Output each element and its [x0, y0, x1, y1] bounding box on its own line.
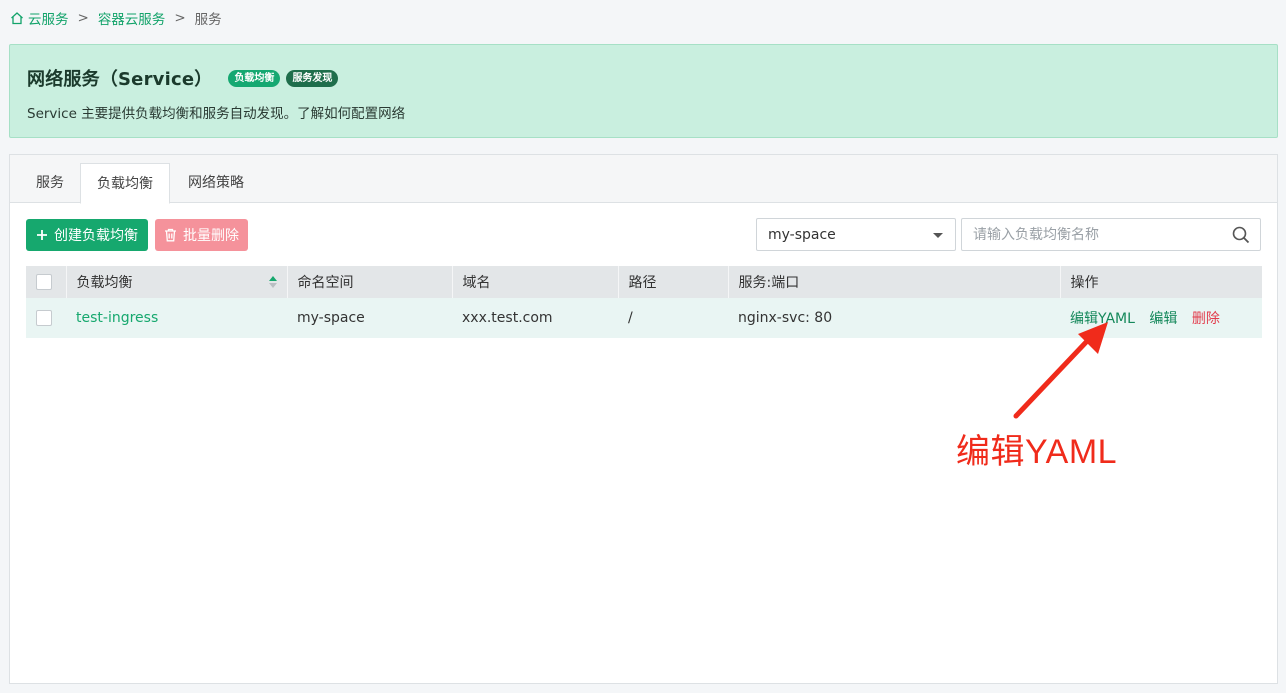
tab-network-policy[interactable]: 网络策略: [176, 163, 256, 204]
cell-domain: xxx.test.com: [452, 298, 618, 338]
tab-bar: 服务 负载均衡 网络策略: [10, 155, 1277, 204]
plus-icon: [36, 229, 48, 241]
chevron-down-icon: [933, 233, 943, 238]
banner-description: Service 主要提供负载均衡和服务自动发现。了解如何配置网络: [27, 106, 406, 122]
breadcrumb-separator: >: [77, 10, 89, 26]
trash-icon: [164, 228, 177, 242]
search-input[interactable]: [962, 219, 1227, 250]
column-header-load-balancer[interactable]: 负载均衡: [66, 266, 288, 298]
create-button-label: 创建负载均衡: [54, 228, 138, 244]
badge-load-balancing: 负载均衡: [228, 69, 281, 87]
sort-icon[interactable]: [268, 276, 277, 290]
search-icon[interactable]: [1232, 226, 1250, 244]
breadcrumb-container-cloud[interactable]: 容器云服务: [98, 8, 166, 28]
breadcrumb-current: 服务: [194, 12, 222, 28]
badge-service-discovery: 服务发现: [286, 69, 339, 87]
search-box: [961, 218, 1261, 251]
delete-link[interactable]: 删除: [1192, 311, 1220, 327]
column-header-actions: 操作: [1060, 266, 1262, 298]
page-title: 网络服务（Service）: [27, 69, 213, 90]
namespace-select-value: my-space: [768, 226, 836, 243]
table-header-row: 负载均衡 命名空间 域名 路径 服务:端口 操作: [26, 266, 1262, 298]
breadcrumb-separator: >: [174, 10, 186, 26]
batch-delete-label: 批量删除: [183, 228, 239, 244]
tab-load-balancing[interactable]: 负载均衡: [80, 163, 170, 204]
breadcrumb: 云服务 > 容器云服务 > 服务: [10, 8, 222, 28]
breadcrumb-cloud-service[interactable]: 云服务: [28, 8, 69, 28]
arrow-annotation: [1013, 322, 1108, 419]
cell-name: test-ingress: [66, 298, 287, 338]
cell-path: /: [618, 298, 728, 338]
info-banner: 网络服务（Service） 负载均衡 服务发现 Service 主要提供负载均衡…: [9, 44, 1278, 138]
column-header-namespace: 命名空间: [287, 266, 453, 298]
namespace-select[interactable]: my-space: [756, 218, 956, 251]
column-header-label: 负载均衡: [76, 275, 133, 291]
create-load-balancer-button[interactable]: 创建负载均衡: [26, 219, 148, 251]
batch-delete-button[interactable]: 批量删除: [155, 219, 248, 251]
edit-link[interactable]: 编辑: [1149, 311, 1177, 327]
tab-services[interactable]: 服务: [24, 163, 76, 204]
home-icon[interactable]: [10, 11, 24, 25]
column-header-service-port: 服务:端口: [728, 266, 1061, 298]
cell-namespace: my-space: [287, 298, 452, 338]
load-balancer-name-link[interactable]: test-ingress: [76, 310, 158, 326]
select-all-cell: [26, 266, 67, 298]
select-all-checkbox[interactable]: [36, 274, 52, 290]
column-header-domain: 域名: [452, 266, 619, 298]
row-checkbox[interactable]: [36, 310, 52, 326]
annotation-label: 编辑YAML: [956, 433, 1118, 471]
row-select-cell: [26, 298, 66, 338]
column-header-path: 路径: [618, 266, 729, 298]
